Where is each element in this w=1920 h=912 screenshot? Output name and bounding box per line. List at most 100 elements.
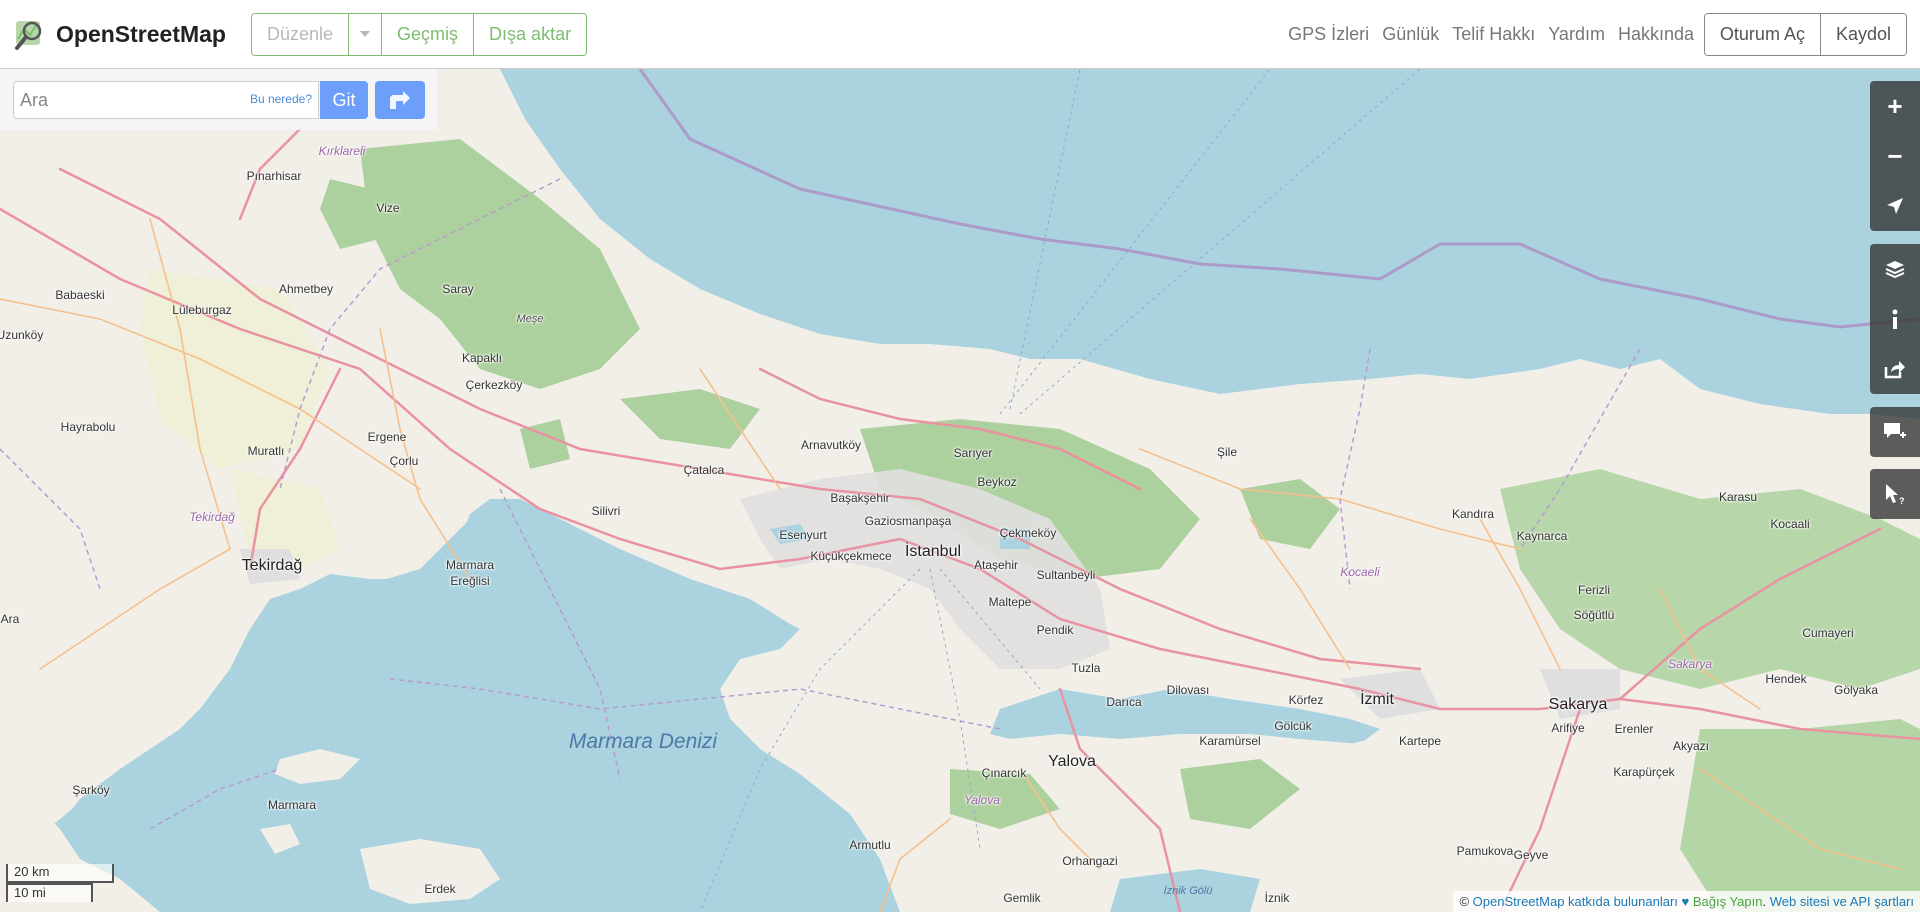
chevron-down-icon [360, 31, 371, 37]
map-label-town: Dilovası [1166, 683, 1210, 697]
map-label-town: Arnavutköy [800, 438, 862, 452]
nav-link-copyright[interactable]: Telif Hakkı [1452, 24, 1535, 45]
nav-link-help[interactable]: Yardım [1548, 24, 1605, 45]
map-label-town: Gölcük [1274, 719, 1312, 733]
map-label-town: Kandıra [1451, 507, 1495, 521]
map-key-button[interactable] [1870, 294, 1920, 344]
ferry-2 [999, 69, 1271, 415]
map-label-town: Erenler [1614, 722, 1654, 736]
map-label-town: Şile [1216, 445, 1238, 459]
map-label-town: Hendek [1765, 672, 1807, 686]
ferry-3 [1019, 69, 1421, 415]
map-label-region: Kocaeli [1340, 565, 1380, 579]
terms-link[interactable]: Web sitesi ve API şartları [1770, 894, 1914, 909]
map-canvas[interactable]: Tekirdağ Kırklareli Kocaeli Sakarya Yalo… [0, 69, 1920, 912]
directions-button[interactable] [375, 81, 425, 119]
site-logo[interactable]: OpenStreetMap [14, 17, 226, 51]
search-go-button[interactable]: Git [320, 81, 368, 119]
attribution-sep: . [1762, 894, 1770, 909]
login-button[interactable]: Oturum Aç [1704, 14, 1821, 55]
map-label-forest: Meşe [516, 313, 544, 325]
map-label-town: Ferizli [1578, 583, 1610, 597]
map-controls-layers [1870, 244, 1920, 394]
map-controls-query: ? [1870, 469, 1920, 519]
map-label-town: Gaziosmanpaşa [864, 514, 952, 528]
forest-7 [1680, 719, 1920, 912]
layers-icon [1885, 261, 1905, 278]
signup-button[interactable]: Kaydol [1820, 14, 1906, 55]
share-icon [1884, 361, 1905, 379]
history-button[interactable]: Geçmiş [382, 13, 475, 55]
search-input-wrapper[interactable]: Ara Bu nerede? [13, 81, 319, 119]
map-label-town: Ereğlisi [450, 574, 490, 588]
zoom-in-button[interactable]: + [1870, 81, 1920, 131]
map-label-town: Arifiye [1551, 721, 1585, 735]
export-button[interactable]: Dışa aktar [474, 13, 587, 55]
query-features-button[interactable]: ? [1870, 469, 1920, 519]
share-button[interactable] [1870, 344, 1920, 394]
map-label-town: Esenyurt [779, 528, 827, 542]
map-label-town: Ataşehir [973, 558, 1019, 572]
map-label-town: Muratlı [247, 444, 285, 458]
zoom-out-button[interactable]: − [1870, 131, 1920, 181]
map-label-town: Ergene [367, 430, 407, 444]
map-label-town: Darıca [1106, 695, 1142, 709]
map-label-region: Kırklareli [318, 144, 366, 158]
map-controls-note [1870, 407, 1920, 457]
map-label-town: Pamukova [1456, 844, 1514, 858]
map-label-town: Erdek [424, 882, 456, 896]
map-label-town: Cumayeri [1802, 626, 1854, 640]
map-label-town: Çatalca [683, 463, 725, 477]
map-attribution: © OpenStreetMap katkıda bulunanları ♥ Ba… [1453, 891, 1920, 912]
boundary-maritime [638, 69, 1920, 329]
contributors-link[interactable]: katkıda bulunanları ♥ [1564, 894, 1692, 909]
nav-links: GPS İzleri Günlük Telif Hakkı Yardım Hak… [1288, 0, 1694, 69]
map-label-town: Söğütlü [1573, 608, 1615, 622]
map-label-town: Marmara [445, 558, 495, 572]
nav-link-about[interactable]: Hakkında [1618, 24, 1694, 45]
directions-icon [390, 91, 410, 109]
map-label-town: Çınarcık [981, 766, 1027, 780]
map-label-town: Çerkezköy [465, 378, 523, 392]
map-label-town: Marmara [267, 798, 317, 812]
map-label-town: Armutlu [849, 838, 891, 852]
add-note-button[interactable] [1870, 407, 1920, 457]
map-label-town: Karamürsel [1199, 734, 1261, 748]
scale-imperial: 10 mi [6, 883, 93, 902]
map-label-town: Çorlu [389, 454, 419, 468]
map-label-town: Kocaali [1770, 517, 1810, 531]
map-label-city: İstanbul [904, 543, 962, 560]
logo-text: OpenStreetMap [56, 20, 226, 47]
edit-button[interactable]: Düzenle [251, 13, 350, 55]
map-label-town: Uzunköy [0, 328, 44, 342]
where-is-this-link[interactable]: Bu nerede? [250, 92, 312, 106]
edit-dropdown-caret[interactable] [349, 13, 383, 55]
layers-button[interactable] [1870, 244, 1920, 294]
map-label-city: Tekirdağ [241, 557, 303, 574]
attribution-prefix: © [1459, 894, 1473, 909]
nav-link-gps-traces[interactable]: GPS İzleri [1288, 24, 1369, 45]
map-label-town: Kapaklı [461, 351, 503, 365]
donate-link[interactable]: Bağış Yapın [1693, 894, 1763, 909]
map-svg[interactable] [0, 69, 1920, 912]
map-label-town: Körfez [1288, 693, 1324, 707]
map-label-town: Şarköy [72, 783, 110, 797]
locate-icon [1887, 198, 1903, 214]
map-label-town: Kartepe [1398, 734, 1442, 748]
top-navbar: OpenStreetMap Düzenle Geçmiş Dışa aktar … [0, 0, 1920, 69]
note-icon [1884, 423, 1906, 438]
map-label-town: Pendik [1036, 623, 1074, 637]
map-controls-zoom: + − [1870, 81, 1920, 231]
map-label-town: Lüleburgaz [172, 303, 232, 317]
osm-link[interactable]: OpenStreetMap [1473, 894, 1565, 909]
search-input[interactable]: Ara [20, 90, 48, 111]
nav-link-diary[interactable]: Günlük [1382, 24, 1439, 45]
map-label-town: Tuzla [1071, 661, 1101, 675]
map-label-town: Akyazı [1672, 739, 1710, 753]
map-label-town: Pınarhisar [246, 169, 302, 183]
map-label-town: Ahmetbey [278, 282, 334, 296]
map-label-city: İzmit [1360, 691, 1394, 708]
scale-metric: 20 km [6, 864, 114, 883]
map-label-town: Vize [376, 201, 400, 215]
locate-button[interactable] [1870, 181, 1920, 231]
